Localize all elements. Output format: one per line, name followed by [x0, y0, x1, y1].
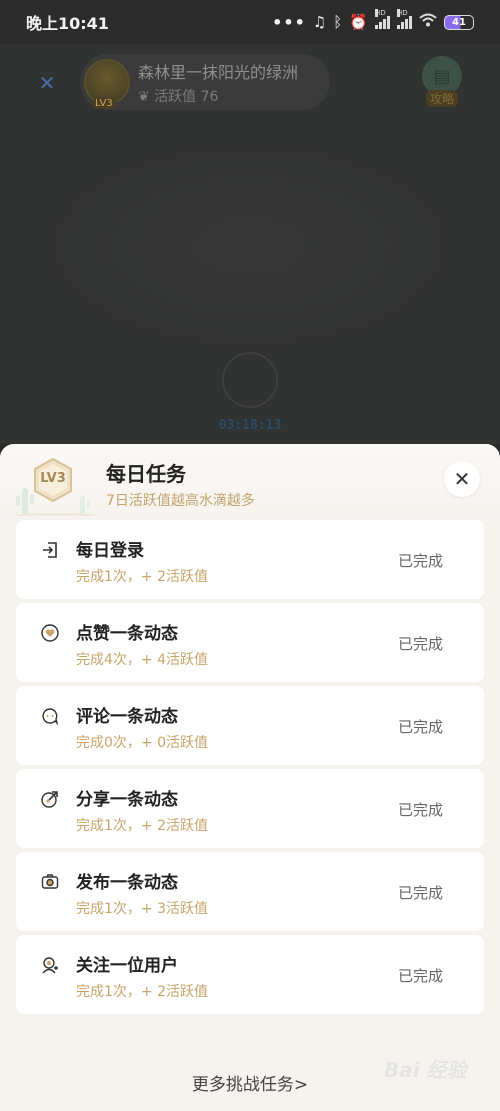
- task-status[interactable]: 已完成: [398, 633, 443, 654]
- task-item-publish-post[interactable]: 发布一条动态 完成1次，+ 3活跃值 已完成: [16, 852, 484, 931]
- task-progress: 完成1次，+ 3活跃值: [76, 901, 208, 917]
- task-list: 每日登录 完成1次，+ 2活跃值 已完成 点赞一条动态 完成4次，+ 4活跃值 …: [16, 520, 484, 1018]
- task-status[interactable]: 已完成: [398, 799, 443, 820]
- avatar: LV3: [84, 59, 130, 109]
- bluetooth-icon: ᛒ: [333, 13, 343, 31]
- sheet-title: 每日任务: [106, 462, 186, 486]
- task-title: 每日登录: [76, 541, 144, 561]
- activity-text: 活跃值 76: [154, 88, 219, 105]
- task-item-share-post[interactable]: 分享一条动态 完成1次，+ 2活跃值 已完成: [16, 769, 484, 848]
- task-progress: 完成1次，+ 2活跃值: [76, 569, 208, 585]
- sheet-header: LV3 每日任务 7日活跃值越高水滴越多 ✕: [0, 444, 500, 524]
- more-dots-icon: •••: [272, 12, 306, 32]
- status-time: 晚上10:41: [26, 14, 109, 33]
- task-progress: 完成1次，+ 2活跃值: [76, 984, 208, 1000]
- heart-icon: [40, 623, 60, 643]
- background-scene: [30, 136, 470, 356]
- task-title: 点赞一条动态: [76, 624, 178, 644]
- close-icon: ✕: [453, 467, 471, 491]
- activity-icon: ❦: [138, 88, 155, 105]
- status-bar: 晚上10:41 ••• ♫ ᛒ ⏰ HD HD 41: [0, 0, 500, 44]
- guide-label: 攻略: [425, 90, 458, 107]
- task-title: 关注一位用户: [76, 956, 178, 976]
- close-button[interactable]: ✕: [444, 461, 480, 497]
- activity-value: ❦ 活跃值 76: [138, 86, 298, 106]
- follow-user-icon: [40, 955, 60, 975]
- task-item-daily-login[interactable]: 每日登录 完成1次，+ 2活跃值 已完成: [16, 520, 484, 599]
- share-icon: [40, 789, 60, 809]
- background-guide: ▤ 攻略: [418, 56, 466, 112]
- headphones-icon: ♫: [312, 13, 327, 31]
- task-item-like-post[interactable]: 点赞一条动态 完成4次，+ 4活跃值 已完成: [16, 603, 484, 682]
- level-badge-text: LV3: [40, 471, 66, 486]
- camera-icon: [40, 872, 60, 892]
- task-status[interactable]: 已完成: [398, 550, 443, 571]
- alarm-icon: ⏰: [349, 13, 368, 31]
- daily-tasks-sheet: LV3 每日任务 7日活跃值越高水滴越多 ✕ 每日登录 完成1次，+ 2活跃值 …: [0, 444, 500, 1111]
- task-status[interactable]: 已完成: [398, 882, 443, 903]
- login-icon: [40, 540, 60, 560]
- background-timer: 03:18:13: [218, 418, 282, 433]
- background-profile-pill: LV3 森林里一抹阳光的绿洲 ❦ 活跃值 76: [80, 54, 330, 110]
- task-title: 评论一条动态: [76, 707, 178, 727]
- comment-icon: [40, 706, 60, 726]
- status-icons: ••• ♫ ᛒ ⏰ HD HD 41: [272, 9, 474, 32]
- background-play-icon: [222, 352, 278, 408]
- task-progress: 完成0次，+ 0活跃值: [76, 735, 208, 751]
- task-progress: 完成1次，+ 2活跃值: [76, 818, 208, 834]
- task-item-follow-user[interactable]: 关注一位用户 完成1次，+ 2活跃值 已完成: [16, 935, 484, 1014]
- background-page: ✕ LV3 森林里一抹阳光的绿洲 ❦ 活跃值 76 ▤ 攻略 03:18:13: [0, 44, 500, 444]
- signal-1-icon: HD: [375, 9, 390, 29]
- task-title: 分享一条动态: [76, 790, 178, 810]
- task-status[interactable]: 已完成: [398, 965, 443, 986]
- baidu-watermark: Bai 经验: [384, 1058, 467, 1082]
- task-item-comment-post[interactable]: 评论一条动态 完成0次，+ 0活跃值 已完成: [16, 686, 484, 765]
- signal-2-icon: HD: [397, 9, 412, 29]
- level-badge: LV3: [33, 458, 73, 502]
- task-progress: 完成4次，+ 4活跃值: [76, 652, 208, 668]
- task-status[interactable]: 已完成: [398, 716, 443, 737]
- avatar-level: LV3: [92, 98, 116, 109]
- battery-icon: 41: [444, 14, 474, 30]
- task-title: 发布一条动态: [76, 873, 178, 893]
- background-close-icon: ✕: [38, 71, 56, 95]
- username: 森林里一抹阳光的绿洲: [138, 62, 299, 82]
- wifi-icon: [419, 13, 437, 31]
- sheet-subtitle: 7日活跃值越高水滴越多: [106, 493, 255, 509]
